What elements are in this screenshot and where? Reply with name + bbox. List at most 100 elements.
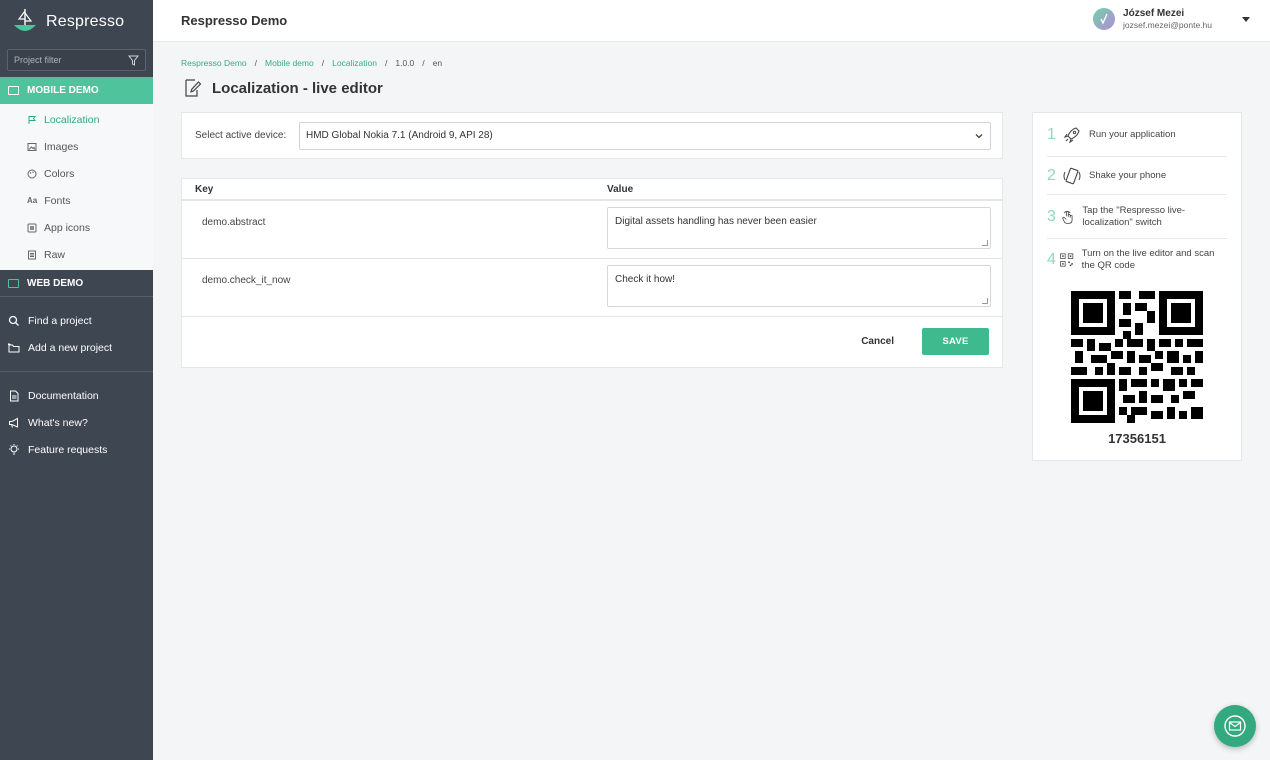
value-text: Digital assets handling has never been e… bbox=[615, 216, 817, 227]
raw-file-icon bbox=[28, 250, 36, 259]
avatar bbox=[1093, 8, 1116, 30]
sidebar-item-label: App icons bbox=[44, 221, 91, 234]
checkmark-icon bbox=[1100, 13, 1108, 25]
sidebar-item-label: Localization bbox=[44, 113, 100, 126]
page-title: Localization - live editor bbox=[212, 79, 383, 97]
folder-icon bbox=[8, 86, 19, 95]
contact-mail-button[interactable] bbox=[1214, 705, 1256, 747]
sidebar: Respresso MOBILE DEMO Localization Image… bbox=[0, 0, 153, 760]
qr-code-image bbox=[1071, 291, 1203, 423]
edit-document-icon bbox=[185, 79, 202, 97]
step-1: 1 Run your application bbox=[1047, 113, 1227, 157]
user-name: József Mezei bbox=[1123, 8, 1185, 19]
project-label: MOBILE DEMO bbox=[27, 85, 99, 96]
user-email: jozsef.mezei@ponte.hu bbox=[1123, 20, 1212, 30]
sidebar-item-app-icons[interactable]: App icons bbox=[0, 214, 153, 241]
breadcrumb-separator: / bbox=[422, 58, 425, 68]
user-menu[interactable]: József Mezei jozsef.mezei@ponte.hu bbox=[1093, 8, 1250, 30]
sidebar-item-colors[interactable]: Colors bbox=[0, 160, 153, 187]
feature-requests-label: Feature requests bbox=[28, 443, 108, 456]
chevron-down-icon bbox=[975, 133, 983, 138]
step-number: 2 bbox=[1047, 166, 1056, 184]
breadcrumb: Respresso Demo / Mobile demo / Localizat… bbox=[181, 58, 442, 68]
search-icon bbox=[8, 315, 19, 326]
page-header: Localization - live editor bbox=[184, 78, 383, 98]
step-text: Tap the "Respresso live-localization" sw… bbox=[1082, 204, 1186, 228]
chevron-down-icon[interactable] bbox=[1242, 16, 1250, 22]
row-key: demo.abstract bbox=[202, 217, 266, 228]
add-folder-icon bbox=[8, 342, 20, 352]
live-editor-instructions: 1 Run your application 2 Shake your phon… bbox=[1032, 112, 1242, 461]
shake-phone-icon bbox=[1063, 167, 1081, 184]
sidebar-item-label: Raw bbox=[44, 248, 66, 261]
feature-requests-link[interactable]: Feature requests bbox=[0, 436, 153, 463]
whats-new-link[interactable]: What's new? bbox=[0, 409, 153, 436]
add-project-label: Add a new project bbox=[28, 341, 113, 354]
value-text: Check it how! bbox=[615, 274, 676, 285]
localization-table: Key Value demo.abstract Digital assets h… bbox=[181, 178, 1003, 368]
project-mobile-demo[interactable]: MOBILE DEMO bbox=[0, 77, 153, 104]
project-label: WEB DEMO bbox=[27, 277, 84, 289]
project-web-demo[interactable]: WEB DEMO bbox=[0, 270, 153, 297]
device-selector-card: Select active device: HMD Global Nokia 7… bbox=[181, 112, 1003, 159]
cancel-button[interactable]: Cancel bbox=[861, 336, 894, 347]
step-4: 4 Turn on the live editor and scan the Q… bbox=[1047, 239, 1227, 281]
value-textarea[interactable]: Digital assets handling has never been e… bbox=[607, 207, 991, 249]
breadcrumb-link-localization[interactable]: Localization bbox=[332, 58, 377, 68]
breadcrumb-link-mobile-demo[interactable]: Mobile demo bbox=[265, 58, 314, 68]
respresso-logo-icon bbox=[14, 9, 36, 31]
qr-code-number: 17356151 bbox=[1108, 431, 1166, 446]
resize-handle-icon[interactable] bbox=[982, 298, 988, 304]
breadcrumb-version: 1.0.0 bbox=[395, 58, 415, 68]
device-label: Select active device: bbox=[195, 130, 287, 141]
app-name: Respresso bbox=[46, 13, 125, 30]
column-header-key: Key bbox=[195, 183, 214, 195]
mobile-demo-subnav: Localization Images Colors Aa Fonts App … bbox=[0, 104, 153, 270]
documentation-label: Documentation bbox=[28, 389, 99, 402]
documentation-link[interactable]: Documentation bbox=[0, 382, 153, 409]
column-header-value: Value bbox=[607, 183, 634, 195]
header-title: Respresso Demo bbox=[181, 13, 288, 28]
top-header: Respresso Demo József Mezei jozsef.mezei… bbox=[153, 0, 1270, 42]
project-filter-input[interactable] bbox=[14, 55, 114, 65]
add-project-link[interactable]: Add a new project bbox=[0, 334, 153, 361]
tap-hand-icon bbox=[1061, 210, 1073, 224]
table-row: demo.abstract Digital assets handling ha… bbox=[182, 201, 1002, 259]
table-row: demo.check_it_now Check it how! bbox=[182, 259, 1002, 317]
step-text: Run your application bbox=[1089, 128, 1176, 140]
logo[interactable]: Respresso bbox=[0, 0, 153, 44]
step-text: Turn on the live editor and scan the QR … bbox=[1081, 248, 1215, 271]
mail-icon bbox=[1224, 715, 1246, 737]
step-number: 1 bbox=[1047, 125, 1056, 143]
breadcrumb-separator: / bbox=[321, 58, 325, 68]
sidebar-divider bbox=[0, 371, 153, 372]
filter-icon[interactable] bbox=[128, 55, 139, 66]
step-number: 4 bbox=[1047, 251, 1056, 268]
save-button[interactable]: SAVE bbox=[922, 327, 989, 355]
document-icon bbox=[10, 390, 19, 401]
sidebar-item-fonts[interactable]: Aa Fonts bbox=[0, 187, 153, 214]
table-actions: Cancel SAVE bbox=[182, 317, 1002, 365]
sidebar-item-localization[interactable]: Localization bbox=[0, 106, 153, 133]
row-key: demo.check_it_now bbox=[202, 275, 291, 286]
image-icon bbox=[27, 142, 37, 151]
step-number: 3 bbox=[1047, 207, 1056, 225]
step-2: 2 Shake your phone bbox=[1047, 157, 1227, 195]
whats-new-label: What's new? bbox=[28, 416, 88, 429]
resize-handle-icon[interactable] bbox=[982, 240, 988, 246]
device-selected-value: HMD Global Nokia 7.1 (Android 9, API 28) bbox=[306, 130, 493, 141]
sidebar-item-label: Fonts bbox=[44, 194, 71, 207]
table-header: Key Value bbox=[182, 179, 1002, 201]
folder-icon bbox=[8, 278, 19, 288]
find-project-link[interactable]: Find a project bbox=[0, 307, 153, 334]
step-3: 3 Tap the "Respresso live-localization" … bbox=[1047, 195, 1227, 239]
device-select[interactable]: HMD Global Nokia 7.1 (Android 9, API 28) bbox=[299, 121, 991, 150]
value-textarea[interactable]: Check it how! bbox=[607, 265, 991, 307]
sidebar-item-label: Images bbox=[44, 140, 79, 153]
flag-icon bbox=[28, 115, 36, 124]
sidebar-item-raw[interactable]: Raw bbox=[0, 241, 153, 268]
breadcrumb-separator: / bbox=[254, 58, 258, 68]
sidebar-item-images[interactable]: Images bbox=[0, 133, 153, 160]
project-filter[interactable] bbox=[7, 49, 146, 71]
breadcrumb-link-project[interactable]: Respresso Demo bbox=[181, 58, 247, 68]
